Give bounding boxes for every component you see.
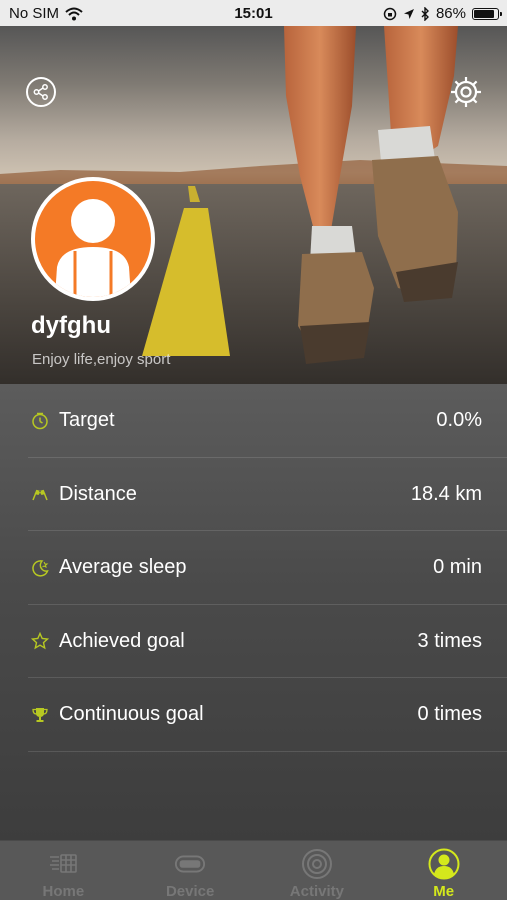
motto: Enjoy life,enjoy sport [32, 351, 171, 368]
stat-value: 3 times [417, 629, 482, 652]
rotation-lock-icon [383, 7, 397, 20]
tab-me[interactable]: Me [380, 841, 507, 900]
stat-label: Average sleep [59, 556, 187, 579]
bluetooth-icon [421, 6, 429, 21]
avatar[interactable] [31, 177, 155, 301]
trophy-icon [30, 705, 50, 725]
stats-list: Target 0.0% Distance 18.4 km Average sle… [0, 384, 507, 840]
username: dyfghu [31, 312, 111, 339]
stat-value: 18.4 km [410, 482, 482, 505]
stat-row-sleep: Average sleep 0 min [0, 531, 507, 605]
flags-icon [30, 484, 50, 504]
home-icon [47, 848, 79, 880]
tab-label: Activity [289, 883, 344, 900]
stat-row-continuous-goal: Continuous goal 0 times [0, 678, 507, 752]
tab-label: Home [42, 883, 85, 900]
profile-header: dyfghu Enjoy life,enjoy sport [0, 26, 507, 384]
tab-label: Me [433, 883, 455, 900]
status-bar: No SIM 15:01 86% [0, 0, 507, 26]
stat-label: Distance [59, 482, 137, 505]
stat-label: Achieved goal [59, 629, 185, 652]
activity-icon [301, 848, 333, 880]
stat-value: 0.0% [436, 409, 482, 432]
tab-bar: Home Device Activity Me [0, 840, 507, 900]
status-right: 86% [383, 5, 502, 22]
stat-label: Continuous goal [59, 703, 204, 726]
tab-activity[interactable]: Activity [254, 841, 381, 900]
battery-percent: 86% [435, 5, 466, 22]
star-icon [30, 631, 50, 651]
stat-label: Target [59, 409, 115, 432]
stat-row-target: Target 0.0% [0, 384, 507, 458]
stat-value: 0 times [417, 703, 482, 726]
me-icon [428, 848, 460, 880]
timer-icon [30, 411, 50, 431]
tab-home[interactable]: Home [0, 841, 127, 900]
tab-label: Device [165, 883, 215, 900]
battery-icon [472, 7, 502, 20]
user-avatar-icon [55, 199, 131, 297]
share-button[interactable] [26, 77, 56, 107]
settings-button[interactable] [448, 74, 484, 110]
tab-device[interactable]: Device [127, 841, 254, 900]
moon-icon [30, 558, 50, 578]
share-icon [33, 84, 48, 100]
location-arrow-icon [403, 8, 414, 19]
stat-value: 0 min [433, 556, 482, 579]
battery-fill [474, 9, 494, 18]
device-icon [174, 848, 206, 880]
gear-icon [451, 77, 481, 107]
stat-row-achieved-goal: Achieved goal 3 times [0, 605, 507, 679]
stat-row-distance: Distance 18.4 km [0, 458, 507, 532]
